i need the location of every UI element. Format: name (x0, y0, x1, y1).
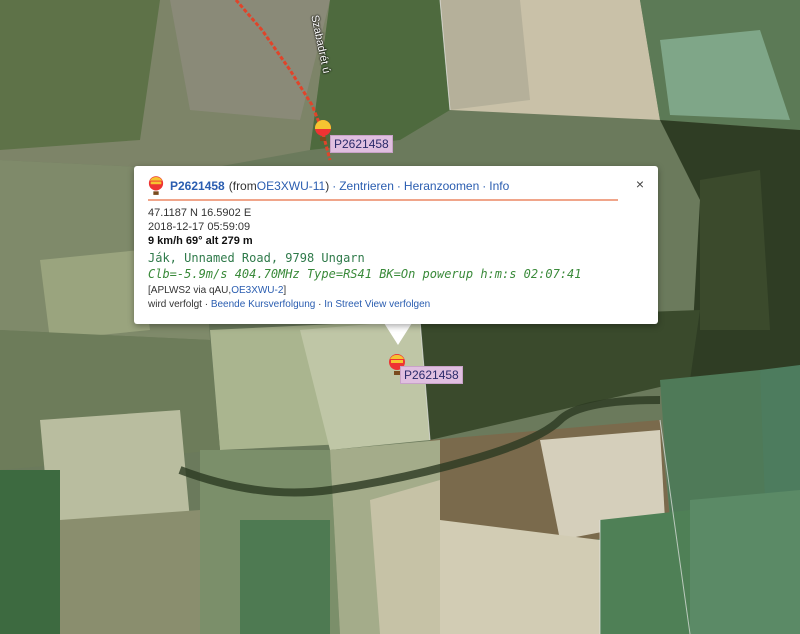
street-view-link[interactable]: In Street View verfolgen (324, 299, 430, 310)
info-popup: × P2621458 (from OE3XWU-11 ) · Zentriere… (134, 166, 658, 324)
info-link[interactable]: Info (489, 179, 509, 193)
path-text: [APLWS2 via qAU,OE3XWU-2] (148, 284, 644, 298)
separator: · (482, 179, 487, 193)
path-station-link[interactable]: OE3XWU-2 (231, 285, 283, 296)
popup-tail (384, 323, 412, 345)
path-prefix: [APLWS2 via qAU, (148, 285, 232, 296)
separator: · (318, 299, 322, 310)
separator: · (204, 299, 209, 310)
popup-header: P2621458 (from OE3XWU-11 ) · Zentrieren … (148, 176, 618, 201)
comment-text: Clb=-5.9m/s 404.70MHz Type=RS41 BK=On po… (148, 267, 582, 281)
from-prefix: (from (228, 179, 257, 193)
callsign-link[interactable]: P2621458 (170, 179, 225, 193)
hot-air-balloon-icon (148, 176, 164, 195)
address-text: Ják, Unnamed Road, 9798 Ungarn (148, 251, 365, 265)
speed-text: 9 km/h 69° alt 279 m (148, 235, 253, 247)
close-icon[interactable]: × (636, 176, 644, 192)
separator: · (332, 179, 337, 193)
path-suffix: ] (283, 285, 287, 296)
position-text: 47.1187 N 16.5902 E (148, 207, 252, 219)
from-suffix: ) (325, 179, 330, 193)
center-link[interactable]: Zentrieren (339, 179, 394, 193)
from-station-link[interactable]: OE3XWU-11 (257, 179, 325, 193)
timestamp-text: 2018-12-17 05:59:09 (148, 221, 251, 233)
marker-label[interactable]: P2621458 (400, 366, 463, 384)
follow-row: wird verfolgt · Beende Kursverfolgung · … (148, 298, 644, 312)
zoom-in-link[interactable]: Heranzoomen (404, 179, 479, 193)
separator: · (396, 179, 401, 193)
stop-tracking-link[interactable]: Beende Kursverfolgung (211, 299, 316, 310)
follow-label: wird verfolgt (148, 299, 202, 310)
marker-label[interactable]: P2621458 (330, 135, 393, 153)
